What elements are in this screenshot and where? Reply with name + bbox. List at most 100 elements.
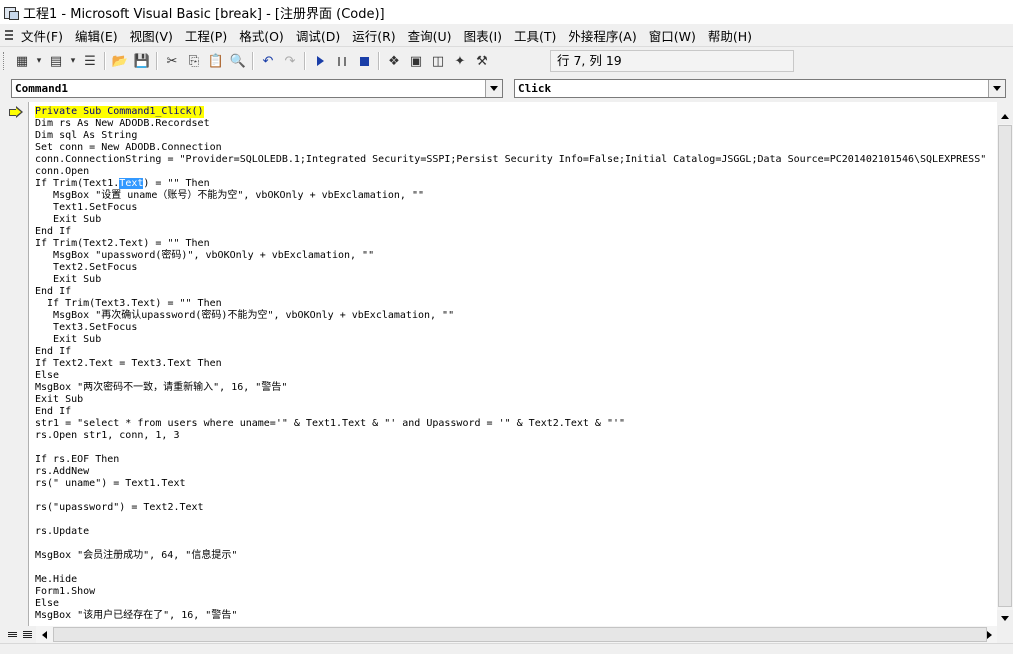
- code-line[interactable]: If rs.EOF Then: [35, 454, 119, 466]
- scroll-right-icon[interactable]: [981, 626, 997, 643]
- toolbar-grip[interactable]: [3, 52, 8, 70]
- scroll-up-icon[interactable]: [997, 108, 1013, 124]
- stop-icon[interactable]: [353, 50, 375, 72]
- form-layout-icon[interactable]: ◫: [427, 50, 449, 72]
- save-icon[interactable]: 💾: [131, 50, 153, 72]
- menu-editor-icon[interactable]: ☰: [79, 50, 101, 72]
- code-line[interactable]: End If: [35, 346, 71, 358]
- code-line[interactable]: End If: [35, 286, 71, 298]
- code-line[interactable]: Me.Hide: [35, 574, 77, 586]
- code-line[interactable]: If Trim(Text2.Text) = "" Then: [35, 238, 210, 250]
- vertical-scrollbar[interactable]: [997, 108, 1013, 626]
- code-line[interactable]: MsgBox "两次密码不一致，请重新输入", 16, "警告": [35, 382, 287, 394]
- code-line[interactable]: If Trim(Text3.Text) = "" Then: [35, 298, 222, 310]
- procedure-view-icon[interactable]: [5, 627, 19, 641]
- paste-icon[interactable]: 📋: [205, 50, 227, 72]
- project-explorer-icon[interactable]: ❖: [383, 50, 405, 72]
- open-icon[interactable]: 📂: [109, 50, 131, 72]
- code-line[interactable]: Else: [35, 370, 59, 382]
- margin-indicator-bar[interactable]: [3, 102, 29, 626]
- add-project-icon[interactable]: ▦: [11, 50, 33, 72]
- code-line[interactable]: rs.AddNew: [35, 466, 89, 478]
- code-line[interactable]: MsgBox "再次确认upassword(密码)不能为空", vbOKOnly…: [35, 310, 454, 322]
- menu-debug[interactable]: 调试(D): [290, 26, 346, 45]
- toolbar-separator: [304, 52, 306, 70]
- chevron-down-icon[interactable]: [988, 80, 1005, 97]
- menu-view[interactable]: 视图(V): [124, 26, 179, 45]
- properties-icon[interactable]: ▣: [405, 50, 427, 72]
- code-line[interactable]: conn.Open: [35, 166, 89, 178]
- menu-diagram[interactable]: 图表(I): [458, 26, 508, 45]
- code-line[interactable]: rs.Update: [35, 526, 89, 538]
- find-icon[interactable]: 🔍: [227, 50, 249, 72]
- add-form-icon[interactable]: ▤: [45, 50, 67, 72]
- menu-tools[interactable]: 工具(T): [508, 26, 562, 45]
- code-line[interactable]: Form1.Show: [35, 586, 95, 598]
- code-line[interactable]: rs(" uname") = Text1.Text: [35, 478, 186, 490]
- vertical-scroll-thumb[interactable]: [998, 125, 1012, 607]
- redo-icon[interactable]: ↷: [279, 50, 301, 72]
- chevron-down-icon[interactable]: [485, 80, 502, 97]
- code-line[interactable]: Else: [35, 598, 59, 610]
- toolbar-separator: [378, 52, 380, 70]
- code-editor[interactable]: Private Sub Command1_Click() Dim rs As N…: [29, 102, 997, 626]
- toolbar-separator: [252, 52, 254, 70]
- menu-window[interactable]: 窗口(W): [643, 26, 702, 45]
- code-line[interactable]: MsgBox "upassword(密码)", vbOKOnly + vbExc…: [35, 250, 374, 262]
- code-line[interactable]: rs.Open str1, conn, 1, 3: [35, 430, 180, 442]
- code-line[interactable]: Exit Sub: [35, 394, 83, 406]
- code-combo-bar: Command1 Click: [0, 76, 1013, 102]
- code-line[interactable]: MsgBox "设置 uname（账号）不能为空", vbOKOnly + vb…: [35, 190, 424, 202]
- selected-text[interactable]: Text: [119, 178, 144, 189]
- code-line[interactable]: Set conn = New ADODB.Connection: [35, 142, 222, 154]
- scroll-left-icon[interactable]: [36, 626, 52, 643]
- horizontal-scrollbar[interactable]: [36, 626, 997, 643]
- copy-icon[interactable]: ⎘: [183, 50, 205, 72]
- code-line[interactable]: Dim rs As New ADODB.Recordset: [35, 118, 210, 130]
- code-line[interactable]: Private Sub Command1_Click(): [35, 106, 204, 118]
- add-form-dropdown-icon[interactable]: ▾: [67, 50, 79, 72]
- code-line[interactable]: MsgBox "该用户已经存在了", 16, "警告": [35, 610, 237, 622]
- procedure-combo[interactable]: Click: [514, 79, 1006, 98]
- code-line[interactable]: rs("upassword") = Text2.Text: [35, 502, 204, 514]
- menu-query[interactable]: 查询(U): [402, 26, 458, 45]
- menu-format[interactable]: 格式(O): [233, 26, 290, 45]
- code-line[interactable]: Text2.SetFocus: [35, 262, 137, 274]
- pause-icon[interactable]: [331, 50, 353, 72]
- scroll-down-icon[interactable]: [997, 610, 1013, 626]
- menu-file[interactable]: 文件(F): [15, 26, 69, 45]
- menu-help[interactable]: 帮助(H): [702, 26, 758, 45]
- code-line[interactable]: End If: [35, 226, 71, 238]
- code-line[interactable]: Text1.SetFocus: [35, 202, 137, 214]
- full-module-view-icon[interactable]: [20, 627, 34, 641]
- run-icon[interactable]: [309, 50, 331, 72]
- code-line[interactable]: str1 = "select * from users where uname=…: [35, 418, 625, 430]
- toolbox-icon[interactable]: ⚒: [471, 50, 493, 72]
- object-combo[interactable]: Command1: [11, 79, 503, 98]
- cut-icon[interactable]: ✂: [161, 50, 183, 72]
- menu-addins[interactable]: 外接程序(A): [562, 26, 642, 45]
- code-line[interactable]: conn.ConnectionString = "Provider=SQLOLE…: [35, 154, 986, 166]
- code-line[interactable]: If Trim(Text1.Text) = "" Then: [35, 178, 210, 190]
- menu-edit[interactable]: 编辑(E): [69, 26, 124, 45]
- menu-grip-icon[interactable]: [3, 27, 15, 43]
- code-line[interactable]: Text3.SetFocus: [35, 322, 137, 334]
- add-project-dropdown-icon[interactable]: ▾: [33, 50, 45, 72]
- vb-project-icon: [3, 4, 19, 20]
- code-line[interactable]: If Text2.Text = Text3.Text Then: [35, 358, 222, 370]
- horizontal-scroll-thumb[interactable]: [53, 627, 987, 642]
- object-combo-value: Command1: [15, 82, 68, 95]
- execution-arrow-icon: [8, 106, 24, 118]
- standard-toolbar: ▦ ▾ ▤ ▾ ☰ 📂 💾 ✂ ⎘ 📋 🔍 ↶ ↷ ❖ ▣ ◫ ✦ ⚒: [0, 48, 1013, 74]
- undo-icon[interactable]: ↶: [257, 50, 279, 72]
- object-browser-icon[interactable]: ✦: [449, 50, 471, 72]
- procedure-combo-value: Click: [518, 82, 552, 95]
- code-line[interactable]: MsgBox "会员注册成功", 64, "信息提示": [35, 550, 237, 562]
- code-line[interactable]: Exit Sub: [35, 274, 101, 286]
- menu-project[interactable]: 工程(P): [179, 26, 233, 45]
- code-line[interactable]: Exit Sub: [35, 214, 101, 226]
- code-line[interactable]: End If: [35, 406, 71, 418]
- code-line[interactable]: Dim sql As String: [35, 130, 137, 142]
- menu-run[interactable]: 运行(R): [346, 26, 401, 45]
- code-line[interactable]: Exit Sub: [35, 334, 101, 346]
